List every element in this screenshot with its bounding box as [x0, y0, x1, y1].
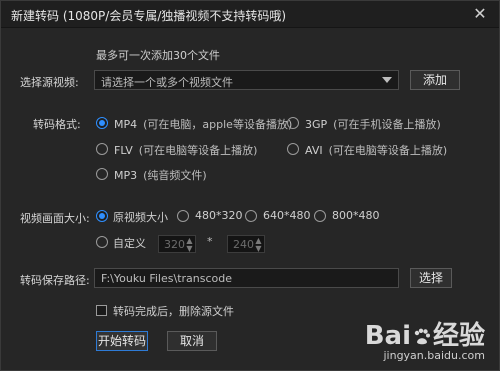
custom-width-stepper[interactable]: 320 ▲ ▼ [158, 235, 196, 253]
choose-path-button[interactable]: 选择 [410, 268, 452, 288]
format-avi-desc: (可在电脑等设备上播放) [328, 144, 448, 157]
custom-width-value: 320 [164, 238, 185, 251]
watermark-logo: Bai 经验 [365, 315, 485, 352]
size-800x480-option[interactable]: 800*480 [332, 209, 380, 222]
format-label: 转码格式: [33, 118, 81, 131]
video-size-label: 视频画面大小: [20, 212, 90, 225]
format-avi-option[interactable]: AVI (可在电脑等设备上播放) [305, 142, 447, 158]
size-original-radio[interactable] [96, 210, 108, 222]
format-mp4-option[interactable]: MP4 (可在电脑，apple等设备播放) [114, 116, 292, 132]
source-video-select[interactable]: 请选择一个或多个视频文件 [94, 70, 399, 90]
add-limit-hint: 最多可一次添加30个文件 [96, 49, 220, 62]
format-mp4-radio[interactable] [96, 117, 108, 129]
close-icon[interactable]: ✕ [471, 5, 489, 23]
title-bar: 新建转码 (1080P/会员专属/独播视频不支持转码哦) ✕ [1, 1, 499, 28]
delete-source-label[interactable]: 转码完成后，删除源文件 [113, 303, 234, 319]
stepper-down-icon[interactable]: ▼ [255, 245, 262, 253]
size-640x480-option[interactable]: 640*480 [263, 209, 311, 222]
add-button[interactable]: 添加 [410, 70, 460, 90]
format-avi-name: AVI [305, 144, 323, 157]
source-video-label: 选择源视频: [20, 76, 79, 89]
delete-source-checkbox[interactable] [96, 305, 107, 316]
custom-height-value: 240 [233, 238, 254, 251]
dialog-title: 新建转码 (1080P/会员专属/独播视频不支持转码哦) [11, 9, 287, 23]
format-mp3-radio[interactable] [96, 168, 108, 180]
start-transcode-button[interactable]: 开始转码 [96, 331, 148, 351]
watermark-logo-b: 经验 [432, 321, 485, 351]
format-mp3-option[interactable]: MP3 (纯音频文件) [114, 167, 207, 183]
size-480x320-option[interactable]: 480*320 [195, 209, 243, 222]
format-3gp-radio[interactable] [287, 117, 299, 129]
baidu-jingyan-watermark: Bai 经验 jingyan.baidu.com [365, 315, 485, 362]
format-3gp-name: 3GP [305, 118, 328, 131]
format-flv-name: FLV [114, 144, 133, 157]
stepper-down-icon[interactable]: ▼ [186, 245, 193, 253]
watermark-url: jingyan.baidu.com [383, 349, 485, 362]
format-avi-radio[interactable] [287, 143, 299, 155]
format-mp4-desc: (可在电脑，apple等设备播放) [143, 118, 293, 131]
format-3gp-option[interactable]: 3GP (可在手机设备上播放) [305, 116, 441, 132]
watermark-logo-a: Bai [364, 321, 411, 351]
save-path-field[interactable]: F:\Youku Files\transcode [94, 268, 399, 288]
chevron-down-icon [382, 77, 392, 83]
paw-icon [414, 328, 430, 345]
cancel-button[interactable]: 取消 [167, 331, 217, 351]
format-mp3-name: MP3 [114, 169, 138, 182]
size-custom-radio[interactable] [96, 236, 108, 248]
size-480x320-radio[interactable] [177, 210, 189, 222]
custom-height-stepper[interactable]: 240 ▲ ▼ [227, 235, 265, 253]
size-original-option[interactable]: 原视频大小 [113, 209, 168, 225]
size-640x480-radio[interactable] [245, 210, 257, 222]
format-mp4-name: MP4 [114, 118, 138, 131]
format-flv-option[interactable]: FLV (可在电脑等设备上播放) [114, 142, 257, 158]
format-mp3-desc: (纯音频文件) [143, 169, 207, 182]
format-flv-radio[interactable] [96, 143, 108, 155]
dimension-times-sign: * [207, 235, 213, 248]
size-800x480-radio[interactable] [314, 210, 326, 222]
save-path-label: 转码保存路径: [20, 274, 90, 287]
save-path-value: F:\Youku Files\transcode [101, 272, 232, 285]
format-3gp-desc: (可在手机设备上播放) [333, 118, 441, 131]
size-custom-option[interactable]: 自定义 [113, 235, 146, 251]
source-video-select-value: 请选择一个或多个视频文件 [101, 76, 233, 89]
stepper-up-icon[interactable]: ▲ [186, 237, 193, 245]
format-flv-desc: (可在电脑等设备上播放) [138, 144, 258, 157]
stepper-up-icon[interactable]: ▲ [255, 237, 262, 245]
transcode-dialog: 新建转码 (1080P/会员专属/独播视频不支持转码哦) ✕ 最多可一次添加30… [0, 0, 500, 371]
